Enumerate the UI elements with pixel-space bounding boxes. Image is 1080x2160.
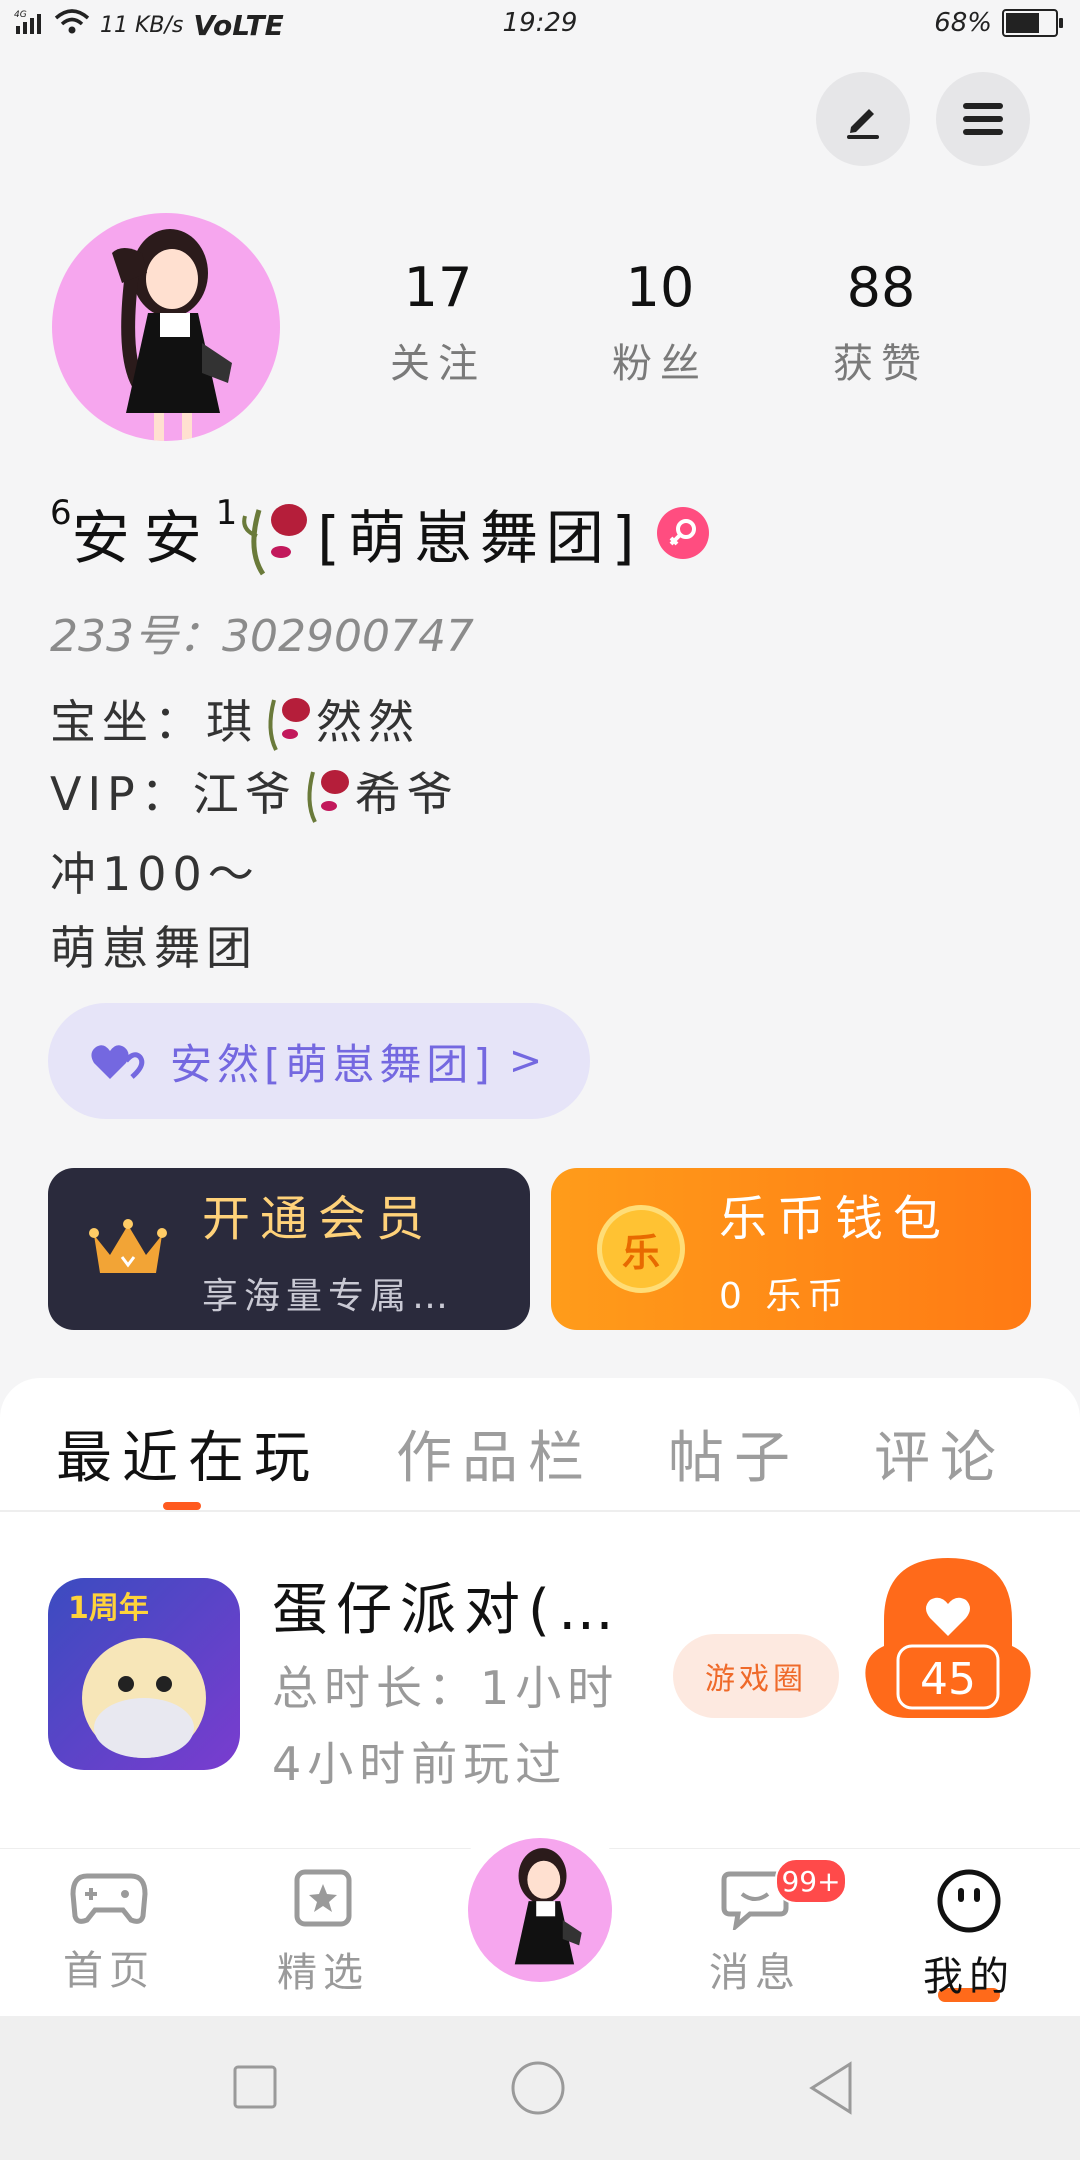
system-nav-bar <box>0 2016 1080 2160</box>
bio-text: VIP：江爷 <box>50 767 297 821</box>
home-circle-icon[interactable] <box>510 2060 566 2116</box>
edit-profile-button[interactable] <box>816 72 910 166</box>
star-icon <box>294 1869 352 1927</box>
bio-line: VIP：江爷 希爷 <box>50 758 459 824</box>
avatar-character-image <box>112 229 232 441</box>
nickname-suffix: [萌崽舞团] <box>317 504 643 572</box>
group-tag-button[interactable]: 安然[萌崽舞团] > <box>48 1003 590 1119</box>
game-icon-text: 1周年 <box>68 1591 149 1626</box>
stat-value: 10 <box>625 256 695 319</box>
group-tag-text: 安然[萌崽舞团] <box>170 1039 495 1089</box>
game-duration: 总时长：1小时 <box>272 1661 620 1715</box>
wallet-card[interactable]: 乐 乐币钱包 0 乐币 <box>551 1168 1031 1330</box>
bio-text: 然然 <box>316 695 420 749</box>
nav-home[interactable]: 首页 <box>44 1868 174 1996</box>
bio-line: 宝坐：琪 然然 <box>50 686 420 752</box>
game-circle-button[interactable]: 游戏圈 <box>673 1634 839 1718</box>
bio-text: 希爷 <box>354 767 459 821</box>
profile-avatar[interactable] <box>52 213 280 441</box>
center-avatar-button[interactable] <box>468 1838 612 1982</box>
nickname: 6 安安 1 [萌崽舞团] <box>50 490 709 576</box>
status-bar: 4G 11 KB/s VoLTE 19:29 68% <box>0 0 1080 52</box>
tab-comments[interactable]: 评论 <box>874 1413 1006 1494</box>
nav-featured[interactable]: 精选 <box>258 1868 388 1998</box>
hamburger-icon <box>963 103 1003 135</box>
avatar-character-image <box>514 1848 582 1965</box>
game-icon[interactable]: 1周年 <box>48 1578 240 1770</box>
message-badge: 99+ <box>775 1858 847 1904</box>
hearts-icon <box>91 1045 145 1079</box>
battery-percent: 68% <box>934 8 992 38</box>
tab-works[interactable]: 作品栏 <box>396 1413 594 1494</box>
rose-icon <box>307 770 349 823</box>
back-triangle-icon[interactable] <box>806 2060 856 2116</box>
game-last-played: 4小时前玩过 <box>272 1737 568 1791</box>
clock: 19:29 <box>502 8 578 38</box>
bio-text: 宝坐：琪 <box>50 695 258 749</box>
tab-indicator <box>163 1502 201 1510</box>
coin-char: 乐 <box>621 1230 660 1275</box>
bio-line: 萌崽舞团 <box>50 921 258 975</box>
game-title[interactable]: 蛋仔派对(… <box>272 1565 622 1646</box>
wallet-title: 乐币钱包 <box>719 1191 952 1247</box>
vip-subtitle: 享海量专属… <box>202 1276 455 1317</box>
menu-button[interactable] <box>936 72 1030 166</box>
gamepad-icon <box>70 1873 148 1924</box>
stat-value: 88 <box>846 256 916 319</box>
stat-following[interactable]: 17 关注 <box>358 256 518 389</box>
chevron-right-icon: > <box>508 1038 543 1084</box>
wallet-subtitle: 0 乐币 <box>719 1276 850 1317</box>
stat-label: 获赞 <box>833 341 929 387</box>
game-like-button[interactable]: 45 <box>864 1550 1032 1726</box>
vip-card[interactable]: 开通会员 享海量专属… <box>48 1168 530 1330</box>
nickname-sup-2: 1 <box>215 493 238 533</box>
nickname-sup-1: 6 <box>50 493 72 533</box>
coin-icon: 乐 <box>597 1205 685 1293</box>
stat-value: 17 <box>403 256 473 319</box>
face-icon <box>937 1869 1001 1933</box>
user-id: 233号：302900747 <box>50 611 474 662</box>
rose-icon <box>242 504 308 576</box>
stat-label: 关注 <box>390 341 486 387</box>
stat-followers[interactable]: 10 粉丝 <box>580 256 740 389</box>
like-count: 45 <box>920 1654 976 1705</box>
nav-label: 精选 <box>277 1950 369 1996</box>
rose-icon <box>268 698 310 751</box>
female-icon <box>656 507 709 559</box>
pencil-icon <box>847 109 879 139</box>
stat-label: 粉丝 <box>612 341 708 387</box>
stat-likes[interactable]: 88 获赞 <box>801 256 961 389</box>
recent-apps-icon[interactable] <box>232 2064 278 2110</box>
nav-label: 我的 <box>923 1954 1015 2000</box>
nickname-main: 安安 <box>71 504 216 572</box>
battery-icon <box>1002 9 1063 37</box>
divider <box>0 1510 1080 1512</box>
nav-mine[interactable]: 我的 <box>904 1868 1034 2002</box>
crown-icon <box>89 1219 167 1273</box>
nav-label: 首页 <box>63 1948 155 1994</box>
vip-title: 开通会员 <box>202 1191 435 1247</box>
nav-label: 消息 <box>709 1950 801 1996</box>
tab-recent-play[interactable]: 最近在玩 <box>56 1413 320 1494</box>
bio-line: 冲100～ <box>50 847 260 901</box>
tab-posts[interactable]: 帖子 <box>668 1413 800 1494</box>
